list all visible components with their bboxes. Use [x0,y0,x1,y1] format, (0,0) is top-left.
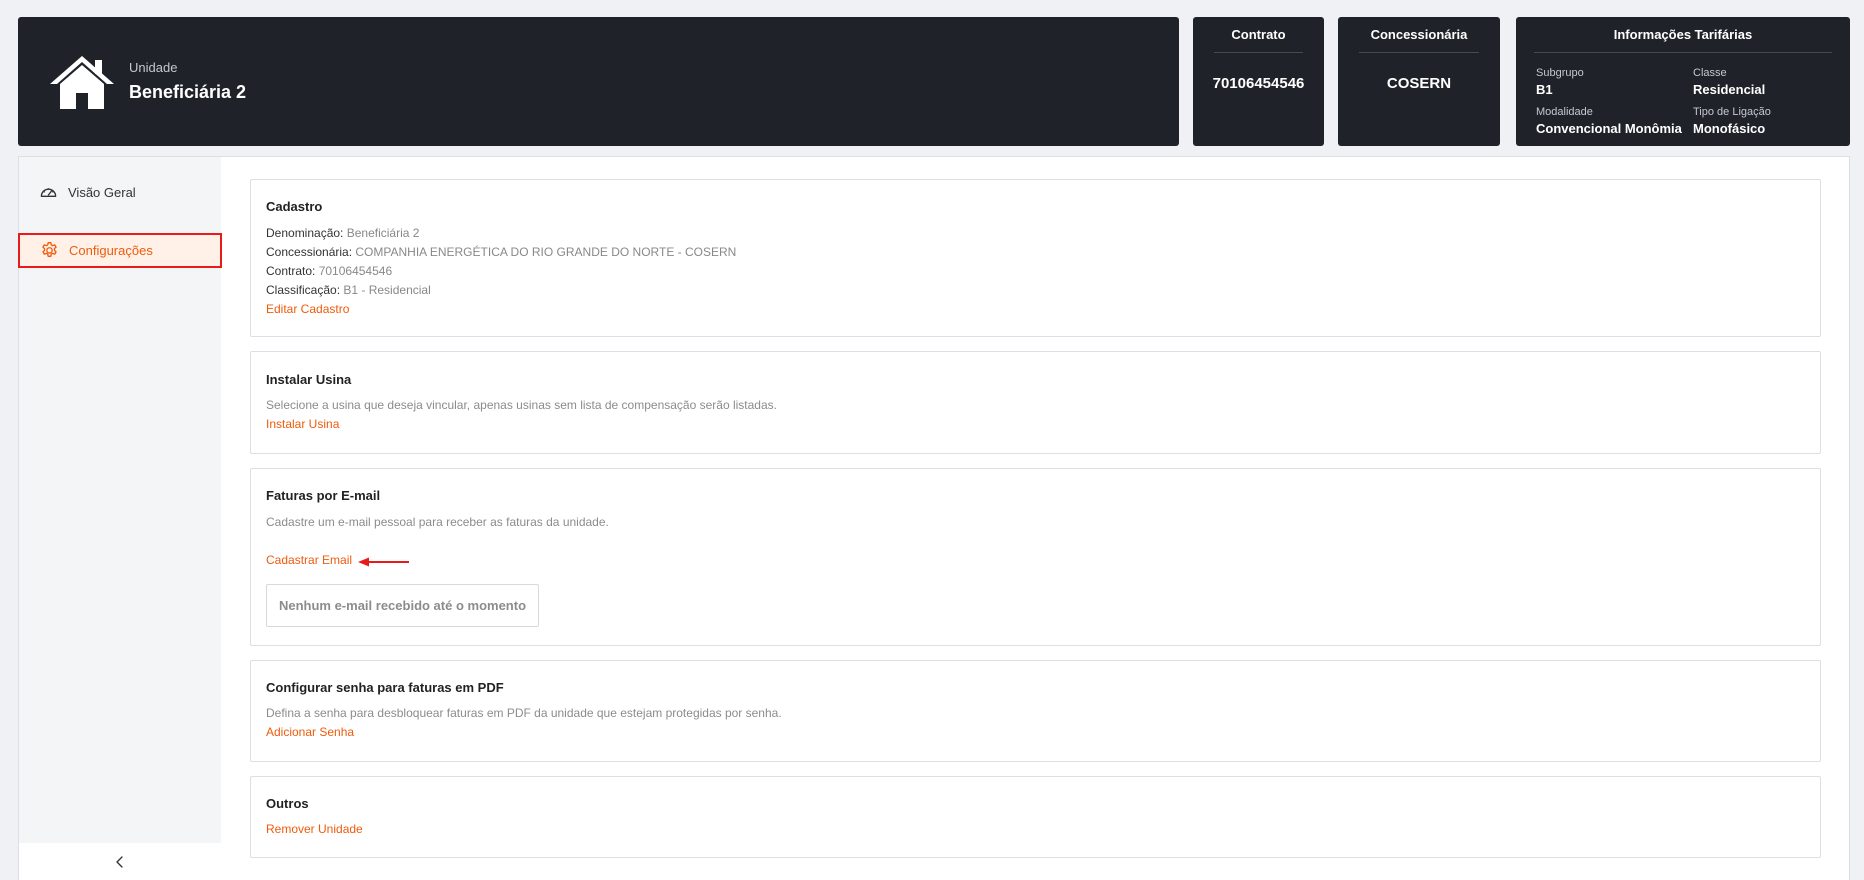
section-title: Configurar senha para faturas em PDF [266,680,504,695]
sidebar: Visão Geral Configurações [18,157,222,843]
divider [1359,52,1479,53]
tariff-field-class: Classe Residencial [1693,67,1766,97]
section-others: Outros Remover Unidade [250,776,1821,858]
gauge-icon [40,188,57,197]
field-denomination: Denominação: Beneficiária 2 [266,226,420,240]
unit-header-card: Unidade Beneficiária 2 [18,17,1179,146]
section-description: Defina a senha para desbloquear faturas … [266,706,782,720]
field-utility: Concessionária: COMPANHIA ENERGÉTICA DO … [266,245,737,259]
section-email-invoices: Faturas por E-mail Cadastre um e-mail pe… [250,468,1821,646]
gear-icon [42,242,57,257]
section-registration: Cadastro Denominação: Beneficiária 2 Con… [250,179,1821,337]
register-email-link[interactable]: Cadastrar Email [266,553,352,567]
field-contract: Contrato: 70106454546 [266,264,393,278]
section-pdf-password: Configurar senha para faturas em PDF Def… [250,660,1821,762]
main-panel: Visão Geral Configurações Cadastro Denom… [18,156,1850,880]
empty-email-state: Nenhum e-mail recebido até o momento [266,584,539,627]
sidebar-item-overview[interactable]: Visão Geral [19,175,221,210]
add-password-link[interactable]: Adicionar Senha [266,725,354,739]
utility-value: COSERN [1386,75,1452,92]
tariff-field-modality: Modalidade Convencional Monômia [1536,106,1682,136]
registration-fields: Denominação: Beneficiária 2 Concessionár… [266,224,736,318]
section-title: Instalar Usina [266,372,352,387]
edit-registration-link[interactable]: Editar Cadastro [266,302,349,316]
chevron-left-icon [116,856,123,868]
divider [1214,52,1303,53]
contract-value: 70106454546 [1212,75,1305,92]
section-title: Faturas por E-mail [266,488,381,503]
sidebar-item-settings[interactable]: Configurações [18,233,222,268]
sidebar-item-label: Visão Geral [68,185,136,200]
unit-label: Unidade [129,60,178,75]
contract-title: Contrato [1231,27,1286,42]
utility-card: Concessionária COSERN [1338,17,1500,146]
unit-name: Beneficiária 2 [129,82,247,102]
house-icon [50,56,114,109]
tariff-field-connection-type: Tipo de Ligação Monofásico [1693,106,1771,136]
install-plant-link[interactable]: Instalar Usina [266,417,339,431]
tariff-title: Informações Tarifárias [1613,27,1753,42]
collapse-sidebar-button[interactable] [19,843,221,880]
remove-unit-link[interactable]: Remover Unidade [266,822,363,836]
utility-title: Concessionária [1370,27,1468,42]
section-description: Selecione a usina que deseja vincular, a… [266,398,777,412]
arrow-annotation [358,557,409,567]
sidebar-item-label: Configurações [69,243,153,258]
section-title: Outros [266,796,309,811]
field-classification: Classificação: B1 - Residencial [266,283,431,297]
section-description: Cadastre um e-mail pessoal para receber … [266,515,609,529]
section-install-plant: Instalar Usina Selecione a usina que des… [250,351,1821,454]
divider [1534,52,1832,53]
section-title: Cadastro [266,199,323,214]
contract-card: Contrato 70106454546 [1193,17,1324,146]
tariff-field-subgroup: Subgrupo B1 [1536,67,1584,97]
tariff-card: Informações Tarifárias Subgrupo B1 Class… [1516,17,1850,146]
